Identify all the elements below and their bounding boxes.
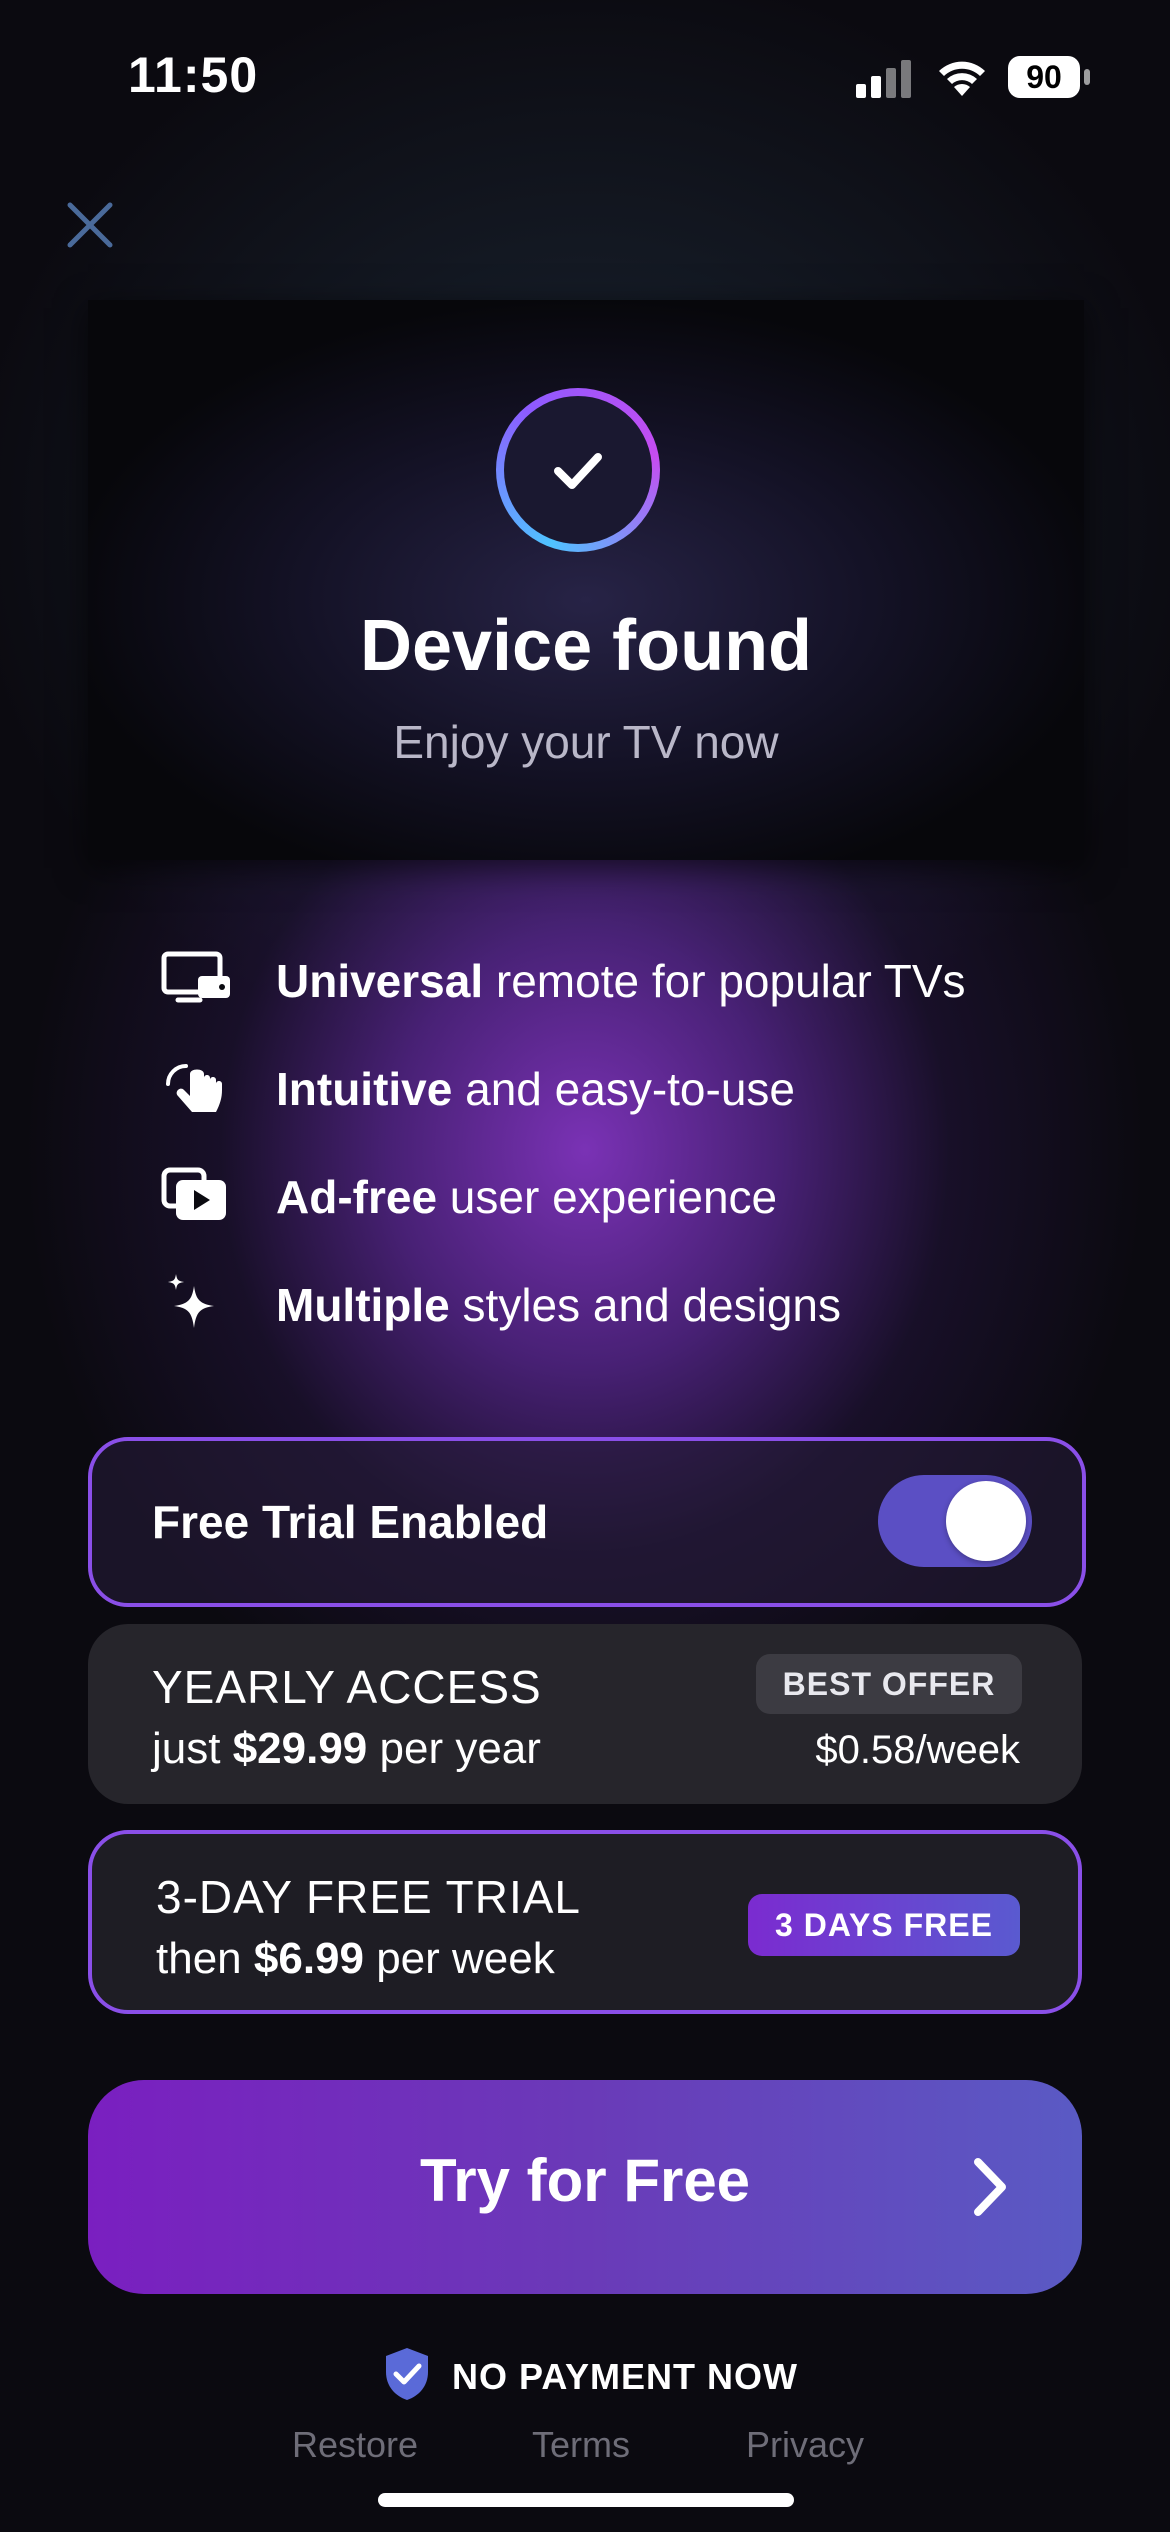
- success-ring: [496, 388, 660, 552]
- device-found-card: Device found Enjoy your TV now: [88, 300, 1084, 860]
- battery-level: 90: [1008, 56, 1080, 98]
- feature-text: Multiple styles and designs: [276, 1279, 841, 1331]
- chevron-right-icon: [974, 2158, 1006, 2216]
- feature-item: Multiple styles and designs: [160, 1264, 1060, 1344]
- status-time: 11:50: [128, 47, 259, 103]
- free-trial-label: Free Trial Enabled: [152, 1496, 549, 1548]
- try-for-free-button[interactable]: Try for Free: [88, 2080, 1082, 2294]
- per-week-price: $0.58/week: [815, 1728, 1020, 1772]
- free-days-badge: 3 DAYS FREE: [748, 1894, 1020, 1956]
- cellular-signal-icon: [856, 60, 911, 98]
- shield-check-icon: [386, 2348, 428, 2400]
- feature-text: Intuitive and easy-to-use: [276, 1063, 795, 1115]
- feature-item: Universal remote for popular TVs: [160, 940, 1060, 1020]
- free-trial-toggle-row[interactable]: Free Trial Enabled: [88, 1437, 1086, 1607]
- privacy-link[interactable]: Privacy: [746, 2424, 864, 2466]
- hero-title: Device found: [359, 606, 813, 686]
- battery-indicator: 90: [1008, 56, 1090, 98]
- plan-price: just $29.99 per year: [152, 1724, 541, 1773]
- switch-knob: [946, 1481, 1026, 1561]
- plan-trial[interactable]: 3-DAY FREE TRIAL then $6.99 per week 3 D…: [88, 1830, 1082, 2014]
- feature-item: Ad-free user experience: [160, 1156, 1060, 1236]
- footer-links: Restore Terms Privacy: [0, 2424, 1170, 2474]
- status-bar: 11:50 90: [0, 0, 1170, 150]
- tv-remote-icon: [161, 951, 230, 1003]
- checkmark-icon: [554, 453, 602, 489]
- close-icon[interactable]: [60, 195, 120, 255]
- hero-subtitle: Enjoy your TV now: [393, 716, 779, 768]
- cta-label: Try for Free: [419, 2147, 751, 2214]
- plan-title: 3-DAY FREE TRIAL: [156, 1871, 582, 1923]
- best-offer-badge: BEST OFFER: [756, 1654, 1022, 1714]
- plan-yearly[interactable]: YEARLY ACCESS just $29.99 per year BEST …: [88, 1624, 1082, 1804]
- feature-text: Ad-free user experience: [276, 1171, 778, 1223]
- feature-text: Universal remote for popular TVs: [276, 955, 966, 1007]
- wifi-icon: [939, 61, 985, 96]
- checkmark-badge: [504, 396, 652, 544]
- free-trial-switch[interactable]: [878, 1475, 1032, 1567]
- home-indicator: [378, 2493, 794, 2507]
- feature-item: Intuitive and easy-to-use: [160, 1048, 1060, 1128]
- plan-price: then $6.99 per week: [156, 1934, 555, 1983]
- play-square-icon: [161, 1167, 226, 1220]
- plan-title: YEARLY ACCESS: [152, 1661, 542, 1713]
- terms-link[interactable]: Terms: [532, 2424, 630, 2466]
- no-payment-notice: NO PAYMENT NOW: [0, 2346, 1170, 2406]
- tap-hand-icon: [166, 1064, 222, 1112]
- sparkles-icon: [168, 1274, 214, 1328]
- restore-link[interactable]: Restore: [292, 2424, 418, 2466]
- battery-tip: [1084, 69, 1090, 85]
- no-payment-text: NO PAYMENT NOW: [452, 2356, 799, 2397]
